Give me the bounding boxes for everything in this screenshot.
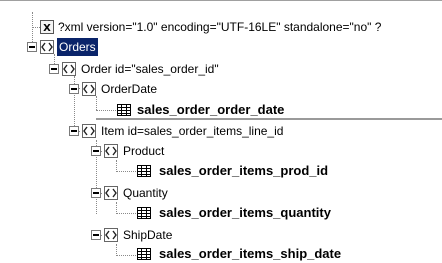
tree-node-quantity[interactable]: Quantity (121, 184, 170, 202)
collapse-orders-button[interactable] (27, 42, 37, 52)
tree-node-orders[interactable]: Orders (57, 38, 98, 56)
collapse-order-date-button[interactable] (69, 84, 79, 94)
xml-element-icon (82, 124, 96, 138)
svg-text:X: X (43, 23, 51, 34)
collapse-product-button[interactable] (91, 146, 101, 156)
tree-line (116, 213, 136, 214)
table-column-icon (137, 248, 151, 260)
tree-node-ship-date[interactable]: ShipDate (121, 226, 174, 244)
column-sales-order-items-quantity[interactable]: sales_order_items_quantity (157, 204, 333, 222)
collapse-item-button[interactable] (69, 126, 79, 136)
column-sales-order-items-prod-id[interactable]: sales_order_items_prod_id (157, 162, 330, 180)
table-column-icon (117, 104, 131, 116)
xml-element-icon (40, 40, 54, 54)
xml-element-icon (104, 186, 118, 200)
collapse-order-button[interactable] (49, 64, 59, 74)
xml-element-icon (62, 62, 76, 76)
tree-node-item[interactable]: Item id=sales_order_items_line_id (99, 122, 285, 140)
xml-declaration-label[interactable]: ?xml version="1.0" encoding="UTF-16LE" s… (56, 18, 383, 36)
table-column-icon (137, 207, 151, 219)
tree-line (116, 202, 117, 212)
tree-node-order-date[interactable]: OrderDate (99, 80, 159, 98)
panel-top-edge (0, 0, 442, 7)
xml-tree-view[interactable]: X ?xml version="1.0" encoding="UTF-16LE"… (0, 0, 442, 261)
tree-line (116, 255, 136, 256)
xml-element-icon (104, 228, 118, 242)
column-sales-order-order-date[interactable]: sales_order_order_date (135, 101, 286, 119)
tree-node-order[interactable]: Order id="sales_order_id" (79, 60, 221, 78)
column-sales-order-items-ship-date[interactable]: sales_order_items_ship_date (157, 245, 343, 263)
xml-declaration-icon: X (40, 20, 54, 34)
tree-line (116, 160, 117, 170)
tree-line (32, 12, 33, 46)
tree-line (96, 110, 116, 111)
tree-line (32, 27, 40, 28)
tree-line (116, 244, 117, 254)
xml-element-icon (82, 82, 96, 96)
tree-line (116, 171, 136, 172)
tree-node-product[interactable]: Product (121, 142, 166, 160)
tree-line (96, 96, 97, 110)
collapse-ship-date-button[interactable] (91, 230, 101, 240)
collapse-quantity-button[interactable] (91, 188, 101, 198)
xml-element-icon (104, 144, 118, 158)
table-column-icon (137, 165, 151, 177)
